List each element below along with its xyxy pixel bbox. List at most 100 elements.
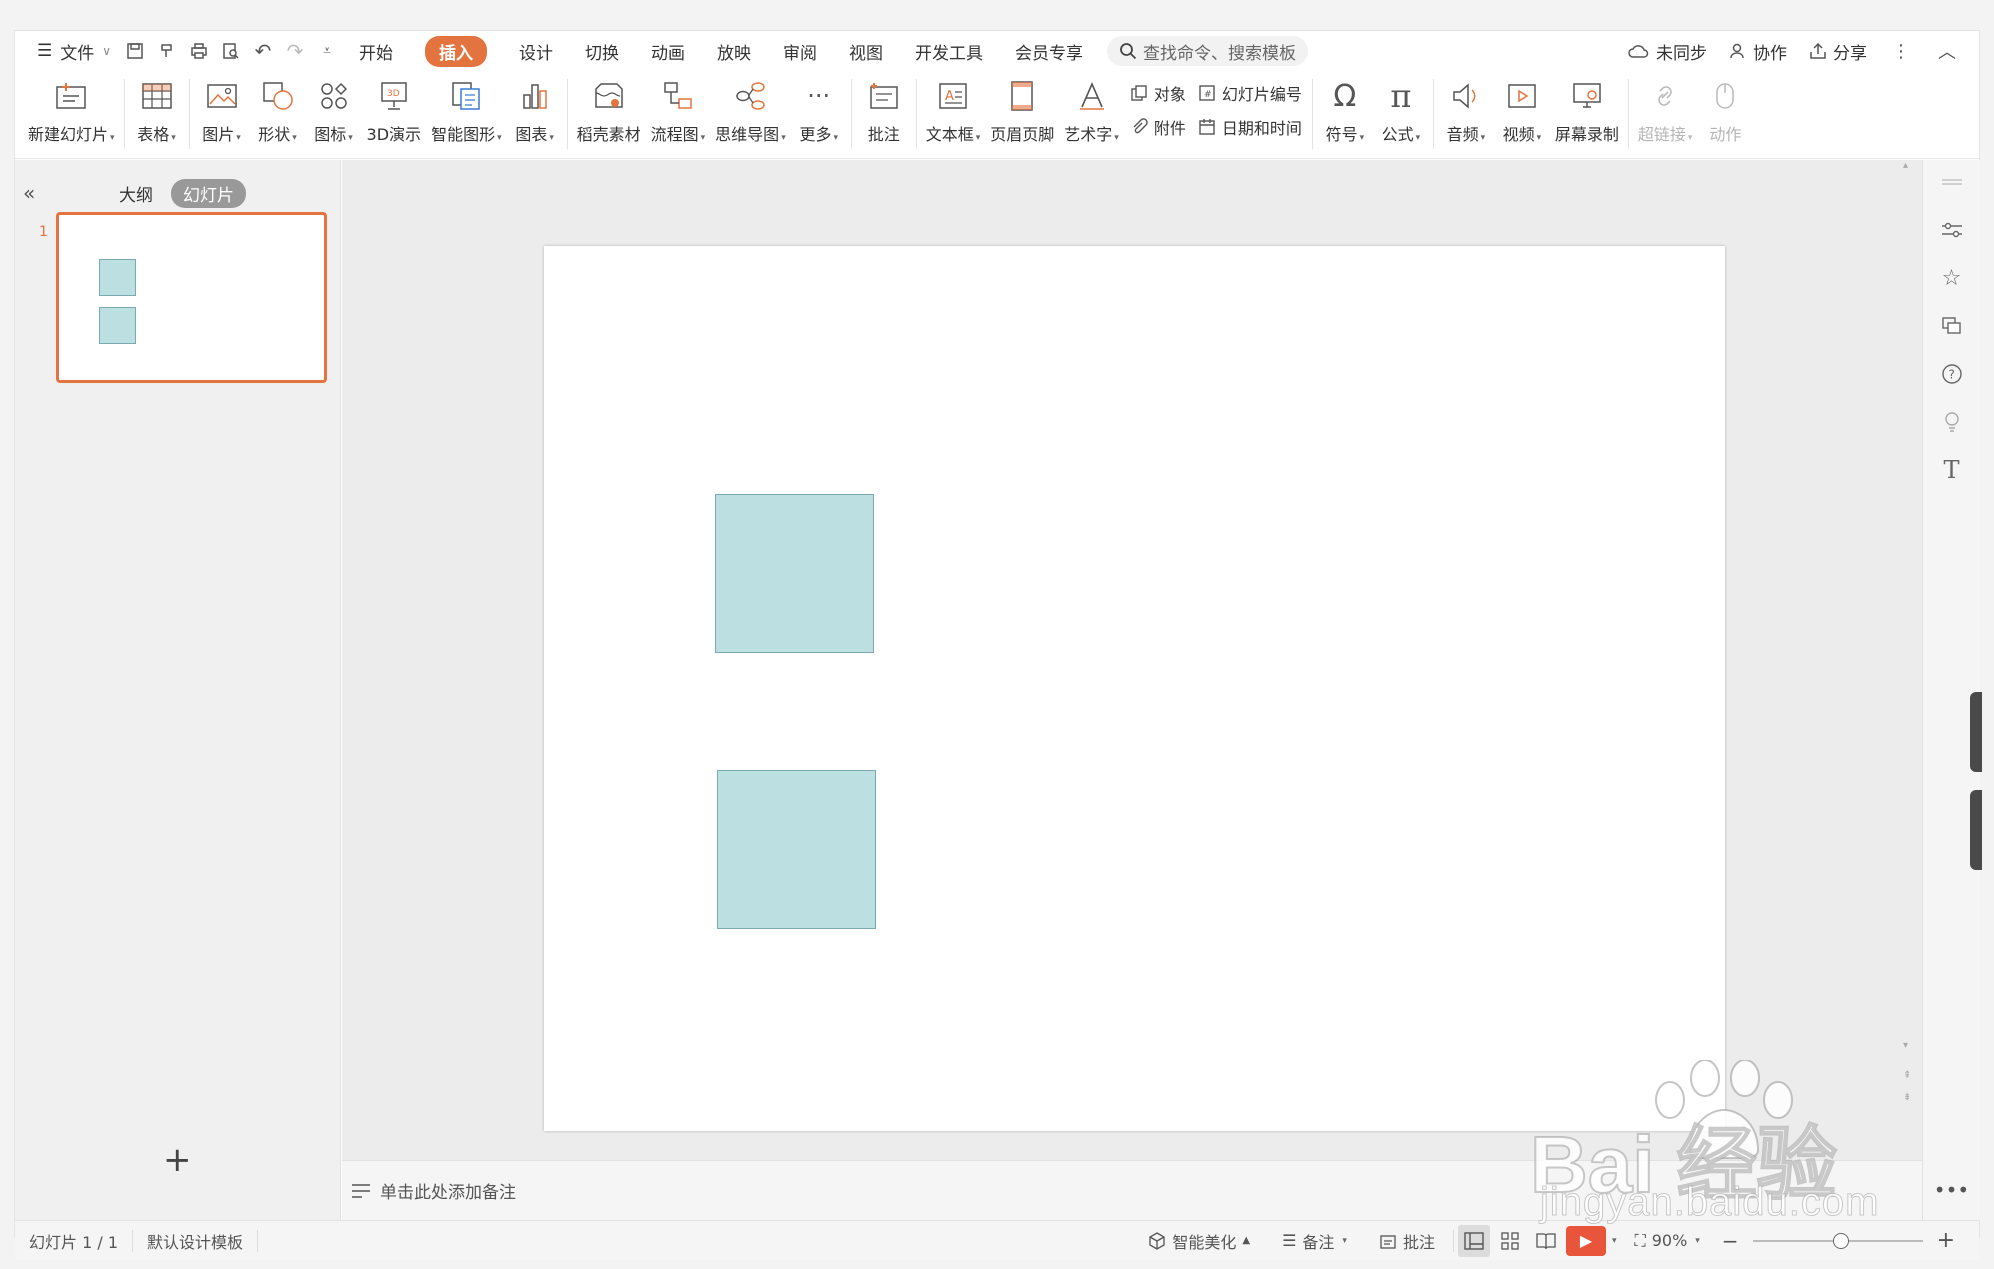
print-preview-icon[interactable] [215, 35, 247, 67]
square-shape[interactable] [715, 494, 874, 653]
redo-icon[interactable]: ↷ [279, 35, 311, 67]
text-format-icon[interactable]: T [1936, 454, 1968, 486]
material-button[interactable]: 稻壳素材 [572, 71, 646, 153]
action-button[interactable]: 动作 [1697, 71, 1753, 153]
insert-small-group: 对象 附件 [1124, 71, 1192, 139]
caret-up-icon: ▲ [1242, 1235, 1251, 1246]
picture-button[interactable]: 图片 ▾ [194, 71, 250, 153]
scroll-up-icon[interactable]: ▴ [1903, 160, 1908, 171]
symbol-button[interactable]: Ω 符号 ▾ [1317, 71, 1373, 153]
lightbulb-icon[interactable] [1936, 406, 1968, 438]
notes-toggle[interactable]: ☰ 备注 ▾ [1268, 1229, 1361, 1253]
slide-sorter-button[interactable] [1494, 1225, 1526, 1257]
link-icon [1646, 77, 1684, 115]
hyperlink-button[interactable]: 超链接 ▾ [1633, 71, 1698, 153]
table-button[interactable]: 表格 ▾ [129, 71, 185, 153]
normal-view-button[interactable] [1457, 1224, 1490, 1257]
zoom-in-icon[interactable]: + [1933, 1228, 1959, 1253]
vertical-scrollbar[interactable]: ▴ ▾ ⇞ ⇟ [1900, 160, 1914, 1160]
tab-review[interactable]: 审阅 [767, 31, 833, 71]
zoom-slider-knob[interactable] [1832, 1232, 1849, 1249]
save-icon[interactable] [119, 35, 151, 67]
reading-view-button[interactable] [1530, 1225, 1562, 1257]
zoom-out-icon[interactable]: − [1718, 1229, 1743, 1253]
3d-demo-button[interactable]: 3D 3D演示 [362, 71, 427, 153]
print-icon[interactable] [183, 35, 215, 67]
slide-thumbnail-number: 1 [39, 224, 48, 240]
customize-toolbar-icon[interactable]: ⩡ [311, 35, 343, 67]
slide-thumbnail[interactable] [56, 212, 327, 383]
tab-transition[interactable]: 切换 [569, 31, 635, 71]
chart-button[interactable]: 图表 ▾ [507, 71, 563, 153]
more-button[interactable]: ··· 更多 ▾ [791, 71, 847, 153]
slide-number-button[interactable]: # 幻灯片编号 [1198, 81, 1302, 105]
file-menu[interactable]: ☰ 文件 ∨ [29, 31, 119, 71]
divider [1432, 79, 1434, 149]
more-horizontal-icon: ··· [807, 82, 831, 110]
tab-home[interactable]: 开始 [343, 31, 409, 71]
tab-slides[interactable]: 幻灯片 [171, 178, 246, 208]
tab-view[interactable]: 视图 [833, 31, 899, 71]
smartart-button[interactable]: 智能图形 ▾ [426, 71, 507, 153]
status-bar: 幻灯片 1 / 1 默认设计模板 智能美化 ▲ ☰ 备注 ▾ 批注 ▶ ▾ ⛶ … [15, 1220, 1979, 1260]
add-slide-icon[interactable]: + [163, 1140, 192, 1180]
mouse-icon [1706, 77, 1744, 115]
collaborate-button[interactable]: 协作 [1725, 31, 1791, 71]
side-drawer-tab[interactable] [1970, 790, 1982, 870]
format-painter-icon[interactable] [151, 35, 183, 67]
smartart-icon [447, 77, 485, 115]
command-search[interactable]: 查找命令、搜索模板 [1107, 36, 1309, 66]
undo-icon[interactable]: ↶ [247, 35, 279, 67]
properties-icon[interactable] [1936, 214, 1968, 246]
square-shape[interactable] [717, 770, 876, 929]
video-button[interactable]: 视频 ▾ [1494, 71, 1550, 153]
picture-icon [203, 77, 241, 115]
comment-toggle[interactable]: 批注 [1365, 1229, 1449, 1253]
textbox-button[interactable]: A 文本框 ▾ [921, 71, 986, 153]
more-horizontal-icon[interactable]: ••• [1934, 1178, 1969, 1202]
side-drawer-tab[interactable] [1970, 692, 1982, 772]
tab-developer[interactable]: 开发工具 [899, 31, 999, 71]
collapse-panel-icon[interactable]: « [23, 181, 35, 205]
zoom-level[interactable]: ⛶ 90% ▾ [1621, 1231, 1714, 1251]
star-icon[interactable]: ☆ [1936, 262, 1968, 294]
smart-beautify-button[interactable]: 智能美化 ▲ [1134, 1229, 1264, 1253]
slide[interactable] [544, 246, 1725, 1131]
audio-button[interactable]: 音频 ▾ [1438, 71, 1494, 153]
play-slideshow-button[interactable]: ▶ [1565, 1225, 1606, 1256]
share-button[interactable]: 分享 [1805, 31, 1871, 71]
scroll-down-icon[interactable]: ▾ [1903, 1040, 1908, 1051]
icon-button[interactable]: 图标 ▾ [306, 71, 362, 153]
menu-bar: ☰ 文件 ∨ ↶ ↷ ⩡ 开始 插入 设计 切换 动画 放映 审阅 视图 开发工… [15, 31, 1979, 71]
flowchart-button[interactable]: 流程图 ▾ [646, 71, 711, 153]
new-slide-button[interactable]: 新建幻灯片 ▾ [23, 71, 120, 153]
tab-member[interactable]: 会员专享 [999, 31, 1099, 71]
next-slide-icon[interactable]: ⇟ [1903, 1092, 1911, 1103]
caret-down-icon[interactable]: ▾ [1612, 1236, 1617, 1246]
caret-down-icon: ▾ [1695, 1235, 1700, 1246]
prev-slide-icon[interactable]: ⇞ [1903, 1070, 1911, 1081]
collapse-ribbon-icon[interactable]: ︿ [1931, 35, 1963, 67]
tab-slideshow[interactable]: 放映 [701, 31, 767, 71]
mindmap-button[interactable]: 思维导图 ▾ [710, 71, 791, 153]
tab-animation[interactable]: 动画 [635, 31, 701, 71]
more-vertical-icon[interactable]: ⋮ [1885, 35, 1917, 67]
tab-design[interactable]: 设计 [503, 31, 569, 71]
tab-outline[interactable]: 大纲 [119, 181, 153, 206]
header-footer-button[interactable]: 页眉页脚 [985, 71, 1059, 153]
design-template[interactable]: 默认设计模板 [133, 1229, 257, 1253]
animation-pane-icon[interactable] [1936, 310, 1968, 342]
object-button[interactable]: 对象 [1130, 81, 1186, 105]
help-icon[interactable]: ? [1936, 358, 1968, 390]
sync-status[interactable]: 未同步 [1624, 31, 1711, 71]
comment-button[interactable]: 批注 [856, 71, 912, 153]
zoom-slider[interactable] [1752, 1232, 1923, 1249]
wordart-button[interactable]: 艺术字 ▾ [1059, 71, 1124, 153]
tab-insert[interactable]: 插入 [409, 31, 503, 71]
notes-bar[interactable]: 单击此处添加备注 [342, 1160, 1922, 1220]
datetime-button[interactable]: 日期和时间 [1198, 115, 1302, 139]
screen-record-button[interactable]: 屏幕录制 [1550, 71, 1624, 153]
attachment-button[interactable]: 附件 [1130, 115, 1186, 139]
formula-button[interactable]: π 公式 ▾ [1373, 71, 1429, 153]
shape-button[interactable]: 形状 ▾ [250, 71, 306, 153]
